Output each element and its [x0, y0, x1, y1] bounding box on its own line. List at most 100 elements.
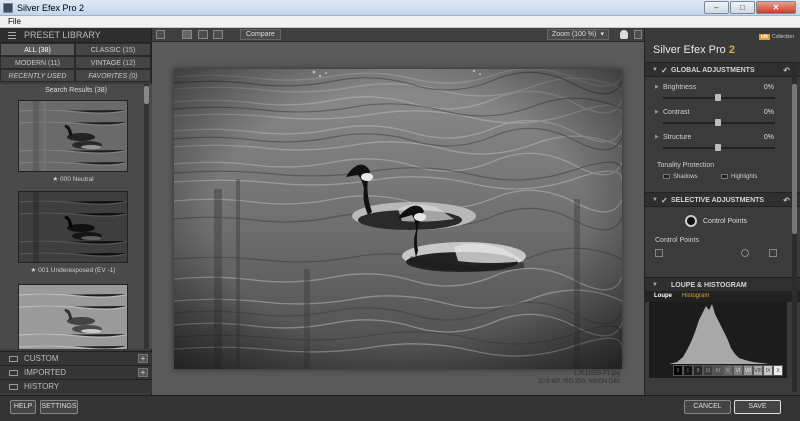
add-imported-button[interactable]: +	[138, 368, 148, 377]
image-info: LJK11559-P1.jpg 10.0 MP, ISO 250, NIKON …	[538, 370, 620, 386]
reset-icon[interactable]: ↶	[783, 193, 790, 208]
structure-slider[interactable]: ▶ Structure 0%	[645, 127, 800, 152]
menu-icon	[8, 32, 16, 39]
filter-recently-used[interactable]: RECENTLY USED	[0, 69, 75, 82]
reset-icon[interactable]: ↶	[783, 63, 790, 78]
tab-histogram[interactable]: Histogram	[682, 293, 709, 299]
expand-icon[interactable]: ▶	[655, 84, 659, 90]
shadows-toggle[interactable]: Shadows	[663, 174, 698, 180]
slider-handle[interactable]	[715, 94, 721, 101]
contrast-slider[interactable]: ▶ Contrast 0%	[645, 102, 800, 127]
filter-classic[interactable]: CLASSIC (15)	[75, 43, 151, 56]
zone-6[interactable]: VI	[733, 365, 743, 376]
brightness-label: Brightness	[663, 84, 697, 91]
zone-8[interactable]: VIII	[753, 365, 763, 376]
selective-adjustments-title: SELECTIVE ADJUSTMENTS	[671, 197, 765, 204]
brand-name: Silver Efex Pro	[653, 44, 729, 56]
filter-favorites[interactable]: FAVORITES (0)	[75, 69, 151, 82]
global-adjustments-header[interactable]: ▼ ✓ GLOBAL ADJUSTMENTS ↶	[645, 62, 800, 77]
preset-thumbnail[interactable]	[18, 191, 128, 263]
structure-label: Structure	[663, 134, 692, 141]
filter-vintage[interactable]: VINTAGE (12)	[75, 56, 151, 69]
tab-loupe[interactable]: Loupe	[654, 293, 672, 299]
cancel-button[interactable]: CANCEL	[684, 400, 731, 414]
expand-icon[interactable]: ▶	[655, 134, 659, 140]
single-view-icon[interactable]	[182, 30, 192, 39]
zone-3[interactable]: III	[703, 365, 713, 376]
preset-scrollbar[interactable]	[144, 84, 149, 349]
loupe-histogram-title: LOUPE & HISTOGRAM	[671, 282, 747, 289]
filter-modern[interactable]: MODERN (11)	[0, 56, 75, 69]
square-point-icon[interactable]	[769, 249, 777, 257]
preview-canvas: LJK11559-P1.jpg 10.0 MP, ISO 250, NIKON …	[152, 42, 644, 395]
section-custom[interactable]: CUSTOM +	[0, 351, 152, 365]
zone-10[interactable]: X	[773, 365, 783, 376]
menubar: File	[0, 16, 800, 28]
global-adjustments-title: GLOBAL ADJUSTMENTS	[671, 67, 755, 74]
preset-library-title: PRESET LIBRARY	[24, 30, 101, 40]
selective-adjustments-header[interactable]: ▼ ✓ SELECTIVE ADJUSTMENTS ↶	[645, 192, 800, 207]
maximize-button[interactable]: □	[730, 1, 755, 14]
enable-checkbox[interactable]: ✓	[661, 63, 668, 78]
slider-handle[interactable]	[715, 119, 721, 126]
zoom-dropdown[interactable]: Zoom (100 %) ▾	[547, 29, 609, 40]
brand-title: Silver Efex Pro 2	[653, 44, 735, 56]
settings-button[interactable]: SETTINGS	[40, 400, 78, 414]
loupe-histogram-header[interactable]: ▼ LOUPE & HISTOGRAM	[645, 277, 800, 292]
image-metadata: 10.0 MP, ISO 250, NIKON D80	[538, 379, 620, 385]
preview-toolbar: Compare Zoom (100 %) ▾	[152, 28, 644, 42]
highlights-toggle[interactable]: Highlights	[721, 174, 757, 180]
control-point-list-icon[interactable]	[655, 249, 663, 257]
slider-handle[interactable]	[715, 144, 721, 151]
split-view-icon[interactable]	[198, 30, 208, 39]
zone-4[interactable]: IV	[713, 365, 723, 376]
loupe-tabs: Loupe Histogram	[645, 292, 800, 302]
help-button[interactable]: HELP	[10, 400, 36, 414]
adjustments-scrollbar[interactable]	[792, 62, 797, 392]
section-history-label: HISTORY	[24, 382, 60, 391]
control-point-icon	[685, 215, 697, 227]
add-custom-button[interactable]: +	[138, 354, 148, 363]
preset-thumbnail[interactable]	[18, 100, 128, 172]
close-button[interactable]: ✕	[756, 1, 796, 14]
side-by-side-view-icon[interactable]	[213, 30, 223, 39]
brightness-slider[interactable]: ▶ Brightness 0%	[645, 77, 800, 102]
zone-1[interactable]: I	[683, 365, 693, 376]
folder-icon	[9, 356, 18, 362]
preset-library-header[interactable]: PRESET LIBRARY	[0, 28, 151, 43]
preset-label: ★ 000 Neutral	[52, 176, 94, 183]
section-history[interactable]: HISTORY	[0, 379, 152, 393]
menu-file[interactable]: File	[8, 17, 21, 26]
preset-label: ★ 001 Underexposed (EV -1)	[30, 267, 116, 274]
zone-7[interactable]: VII	[743, 365, 753, 376]
control-points-label: Control Points	[655, 237, 699, 244]
panel-toggle-icon[interactable]	[634, 30, 642, 39]
nik-logo-badge: nik	[758, 34, 771, 40]
zone-0[interactable]: 0	[673, 365, 683, 376]
save-button[interactable]: SAVE	[734, 400, 781, 414]
circle-point-icon[interactable]	[741, 249, 749, 257]
preset-thumbnail[interactable]	[18, 284, 128, 349]
results-title: Search Results (38)	[45, 87, 107, 94]
compare-button[interactable]: Compare	[240, 29, 281, 40]
expand-icon[interactable]: ▶	[655, 109, 659, 115]
brand-header: nik Collection Silver Efex Pro 2	[645, 28, 800, 62]
preset-item[interactable]: ★ 000 Neutral	[18, 100, 128, 183]
histogram: 0 I II III IV V VI VII VIII IX X	[649, 302, 787, 378]
filter-all[interactable]: ALL (38)	[0, 43, 75, 56]
zone-5[interactable]: V	[723, 365, 733, 376]
highlights-label: Highlights	[731, 174, 758, 181]
background-light-icon[interactable]	[620, 30, 628, 39]
zone-9[interactable]: IX	[763, 365, 773, 376]
window-titlebar: Silver Efex Pro 2 – □ ✕	[0, 0, 800, 16]
browser-toggle-icon[interactable]	[156, 30, 165, 39]
section-imported[interactable]: IMPORTED +	[0, 365, 152, 379]
preset-item[interactable]: ★ 001 Underexposed (EV -1)	[18, 191, 128, 274]
preset-item[interactable]	[18, 284, 128, 349]
zone-2[interactable]: II	[693, 365, 703, 376]
enable-checkbox[interactable]: ✓	[661, 193, 668, 208]
minimize-button[interactable]: –	[704, 1, 729, 14]
add-control-point-button[interactable]: Control Points	[685, 215, 747, 227]
preview-image[interactable]	[174, 69, 622, 369]
highlights-swatch	[721, 174, 728, 179]
